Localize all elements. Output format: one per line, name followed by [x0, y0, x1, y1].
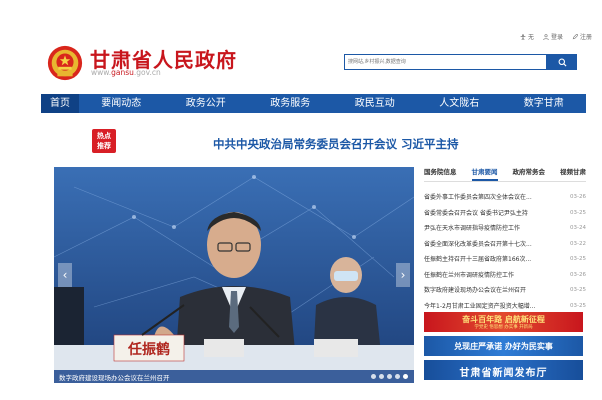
hot-badge-line1: 热点: [97, 132, 111, 140]
tab-gansu-news[interactable]: 甘肃要闻: [471, 166, 498, 181]
list-item[interactable]: 省委外事工作委员会第四次全体会议在... 03-26: [424, 190, 586, 206]
accessibility-link[interactable]: 无: [520, 32, 534, 41]
news-date: 03-25: [570, 209, 586, 216]
register-label: 注册: [579, 34, 592, 41]
news-carousel[interactable]: 任振鹤 ‹ › 数字政府建设现场办公会议在兰州召开: [54, 167, 414, 383]
banner-title: 甘肃省新闻发布厅: [459, 368, 548, 379]
search-icon: [558, 58, 567, 67]
list-item[interactable]: 数字政府建设现场办公会议在兰州召开 03-25: [424, 283, 586, 299]
national-emblem-icon[interactable]: [46, 44, 84, 82]
news-title[interactable]: 任振鹤主持召开十三届省政府第166次...: [424, 252, 554, 268]
hot-headline-link[interactable]: 中共中央政治局常务委员会召开会议 习近平主持: [213, 136, 459, 152]
news-title[interactable]: 省委常委会召开会议 省委书记尹弘主持: [424, 206, 554, 222]
nav-item-culture[interactable]: 人文陇右: [417, 94, 502, 113]
carousel-next-button[interactable]: ›: [396, 263, 410, 287]
news-title[interactable]: 数字政府建设现场办公会议在兰州召开: [424, 283, 554, 299]
list-item[interactable]: 省委常委会召开会议 省委书记尹弘主持 03-25: [424, 206, 586, 222]
search-button[interactable]: [547, 54, 577, 70]
carousel-dot[interactable]: [387, 374, 392, 379]
register-link[interactable]: 注册: [572, 32, 592, 41]
edit-icon: [572, 33, 578, 39]
nav-item-services[interactable]: 政务服务: [248, 94, 333, 113]
news-date: 03-25: [570, 287, 586, 293]
hot-recommend-badge: 热点 推荐: [92, 129, 116, 153]
url-prefix: www.: [91, 68, 112, 77]
carousel-photo[interactable]: 任振鹤: [54, 167, 414, 383]
carousel-dot[interactable]: [403, 374, 408, 379]
url-domain: gansu: [111, 68, 134, 77]
news-date: 03-22: [570, 240, 586, 247]
nav-item-news[interactable]: 要闻动态: [79, 94, 164, 113]
press-release-hall-banner[interactable]: 甘肃省新闻发布厅: [424, 360, 583, 380]
carousel-caption-bar: 数字政府建设现场办公会议在兰州召开: [54, 370, 414, 383]
carousel-dot[interactable]: [371, 374, 376, 379]
news-title[interactable]: 省委外事工作委员会第四次全体会议在...: [424, 190, 554, 206]
carousel-dots: [371, 374, 408, 379]
site-url: www.gansu.gov.cn: [91, 68, 161, 77]
list-item[interactable]: 尹弘在天水市调研指导疫情防控工作 03-24: [424, 221, 586, 237]
news-date: 03-25: [570, 256, 586, 262]
nav-item-interaction[interactable]: 政民互动: [333, 94, 418, 113]
carousel-dot[interactable]: [379, 374, 384, 379]
carousel-caption[interactable]: 数字政府建设现场办公会议在兰州召开: [59, 372, 170, 382]
list-item[interactable]: 任振鹤主持召开十三届省政府第166次... 03-25: [424, 252, 586, 268]
nameplate-text: 任振鹤: [127, 341, 170, 358]
carousel-prev-button[interactable]: ‹: [58, 263, 72, 287]
news-date: 03-26: [570, 271, 586, 278]
banner-title: 兑现庄严承诺 办好为民实事: [454, 342, 553, 351]
hot-badge-line2: 推荐: [97, 142, 111, 150]
accessibility-icon: [520, 33, 526, 40]
main-nav: 首页 要闻动态 政务公开 政务服务 政民互动 人文陇右 数字甘肃: [41, 94, 586, 113]
tab-gov-meeting[interactable]: 政府常务会: [513, 166, 546, 181]
top-utility-bar: 无 登录 注册: [520, 32, 592, 41]
url-suffix: .gov.cn: [133, 68, 161, 77]
search-box: [344, 54, 577, 70]
news-list: 省委外事工作委员会第四次全体会议在... 03-26 省委常委会召开会议 省委书记…: [424, 190, 586, 314]
people-affairs-banner[interactable]: 兑现庄严承诺 办好为民实事: [424, 336, 583, 356]
tab-video-gansu[interactable]: 视频甘肃: [560, 166, 586, 181]
list-item[interactable]: 省委全面深化改革委员会召开第十七次... 03-22: [424, 237, 586, 253]
chevron-left-icon: ‹: [62, 268, 68, 282]
news-title[interactable]: 省委全面深化改革委员会召开第十七次...: [424, 237, 554, 253]
login-label: 登录: [550, 34, 563, 41]
nav-item-gov-affairs[interactable]: 政务公开: [164, 94, 249, 113]
news-date: 03-24: [570, 225, 586, 231]
news-date: 03-26: [570, 194, 586, 200]
banner-subtitle: 学党史 悟思想 办实事 开新局: [474, 325, 533, 330]
party-history-banner[interactable]: 奋斗百年路 启航新征程 学党史 悟思想 办实事 开新局: [424, 312, 583, 332]
news-title[interactable]: 尹弘在天水市调研指导疫情防控工作: [424, 221, 554, 237]
login-link[interactable]: 登录: [543, 32, 563, 41]
user-icon: [543, 33, 549, 40]
tab-state-council[interactable]: 国务院信息: [424, 166, 457, 181]
nav-item-digital-gansu[interactable]: 数字甘肃: [502, 94, 587, 113]
news-tabs: 国务院信息 甘肃要闻 政府常务会 视频甘肃: [424, 166, 586, 182]
chevron-right-icon: ›: [400, 268, 406, 282]
search-input[interactable]: [344, 54, 547, 70]
accessibility-label: 无: [527, 34, 534, 41]
nav-item-home[interactable]: 首页: [41, 94, 79, 113]
news-title[interactable]: 任振鹤在兰州市调研疫情防控工作: [424, 268, 554, 284]
carousel-dot[interactable]: [395, 374, 400, 379]
list-item[interactable]: 任振鹤在兰州市调研疫情防控工作 03-26: [424, 268, 586, 284]
